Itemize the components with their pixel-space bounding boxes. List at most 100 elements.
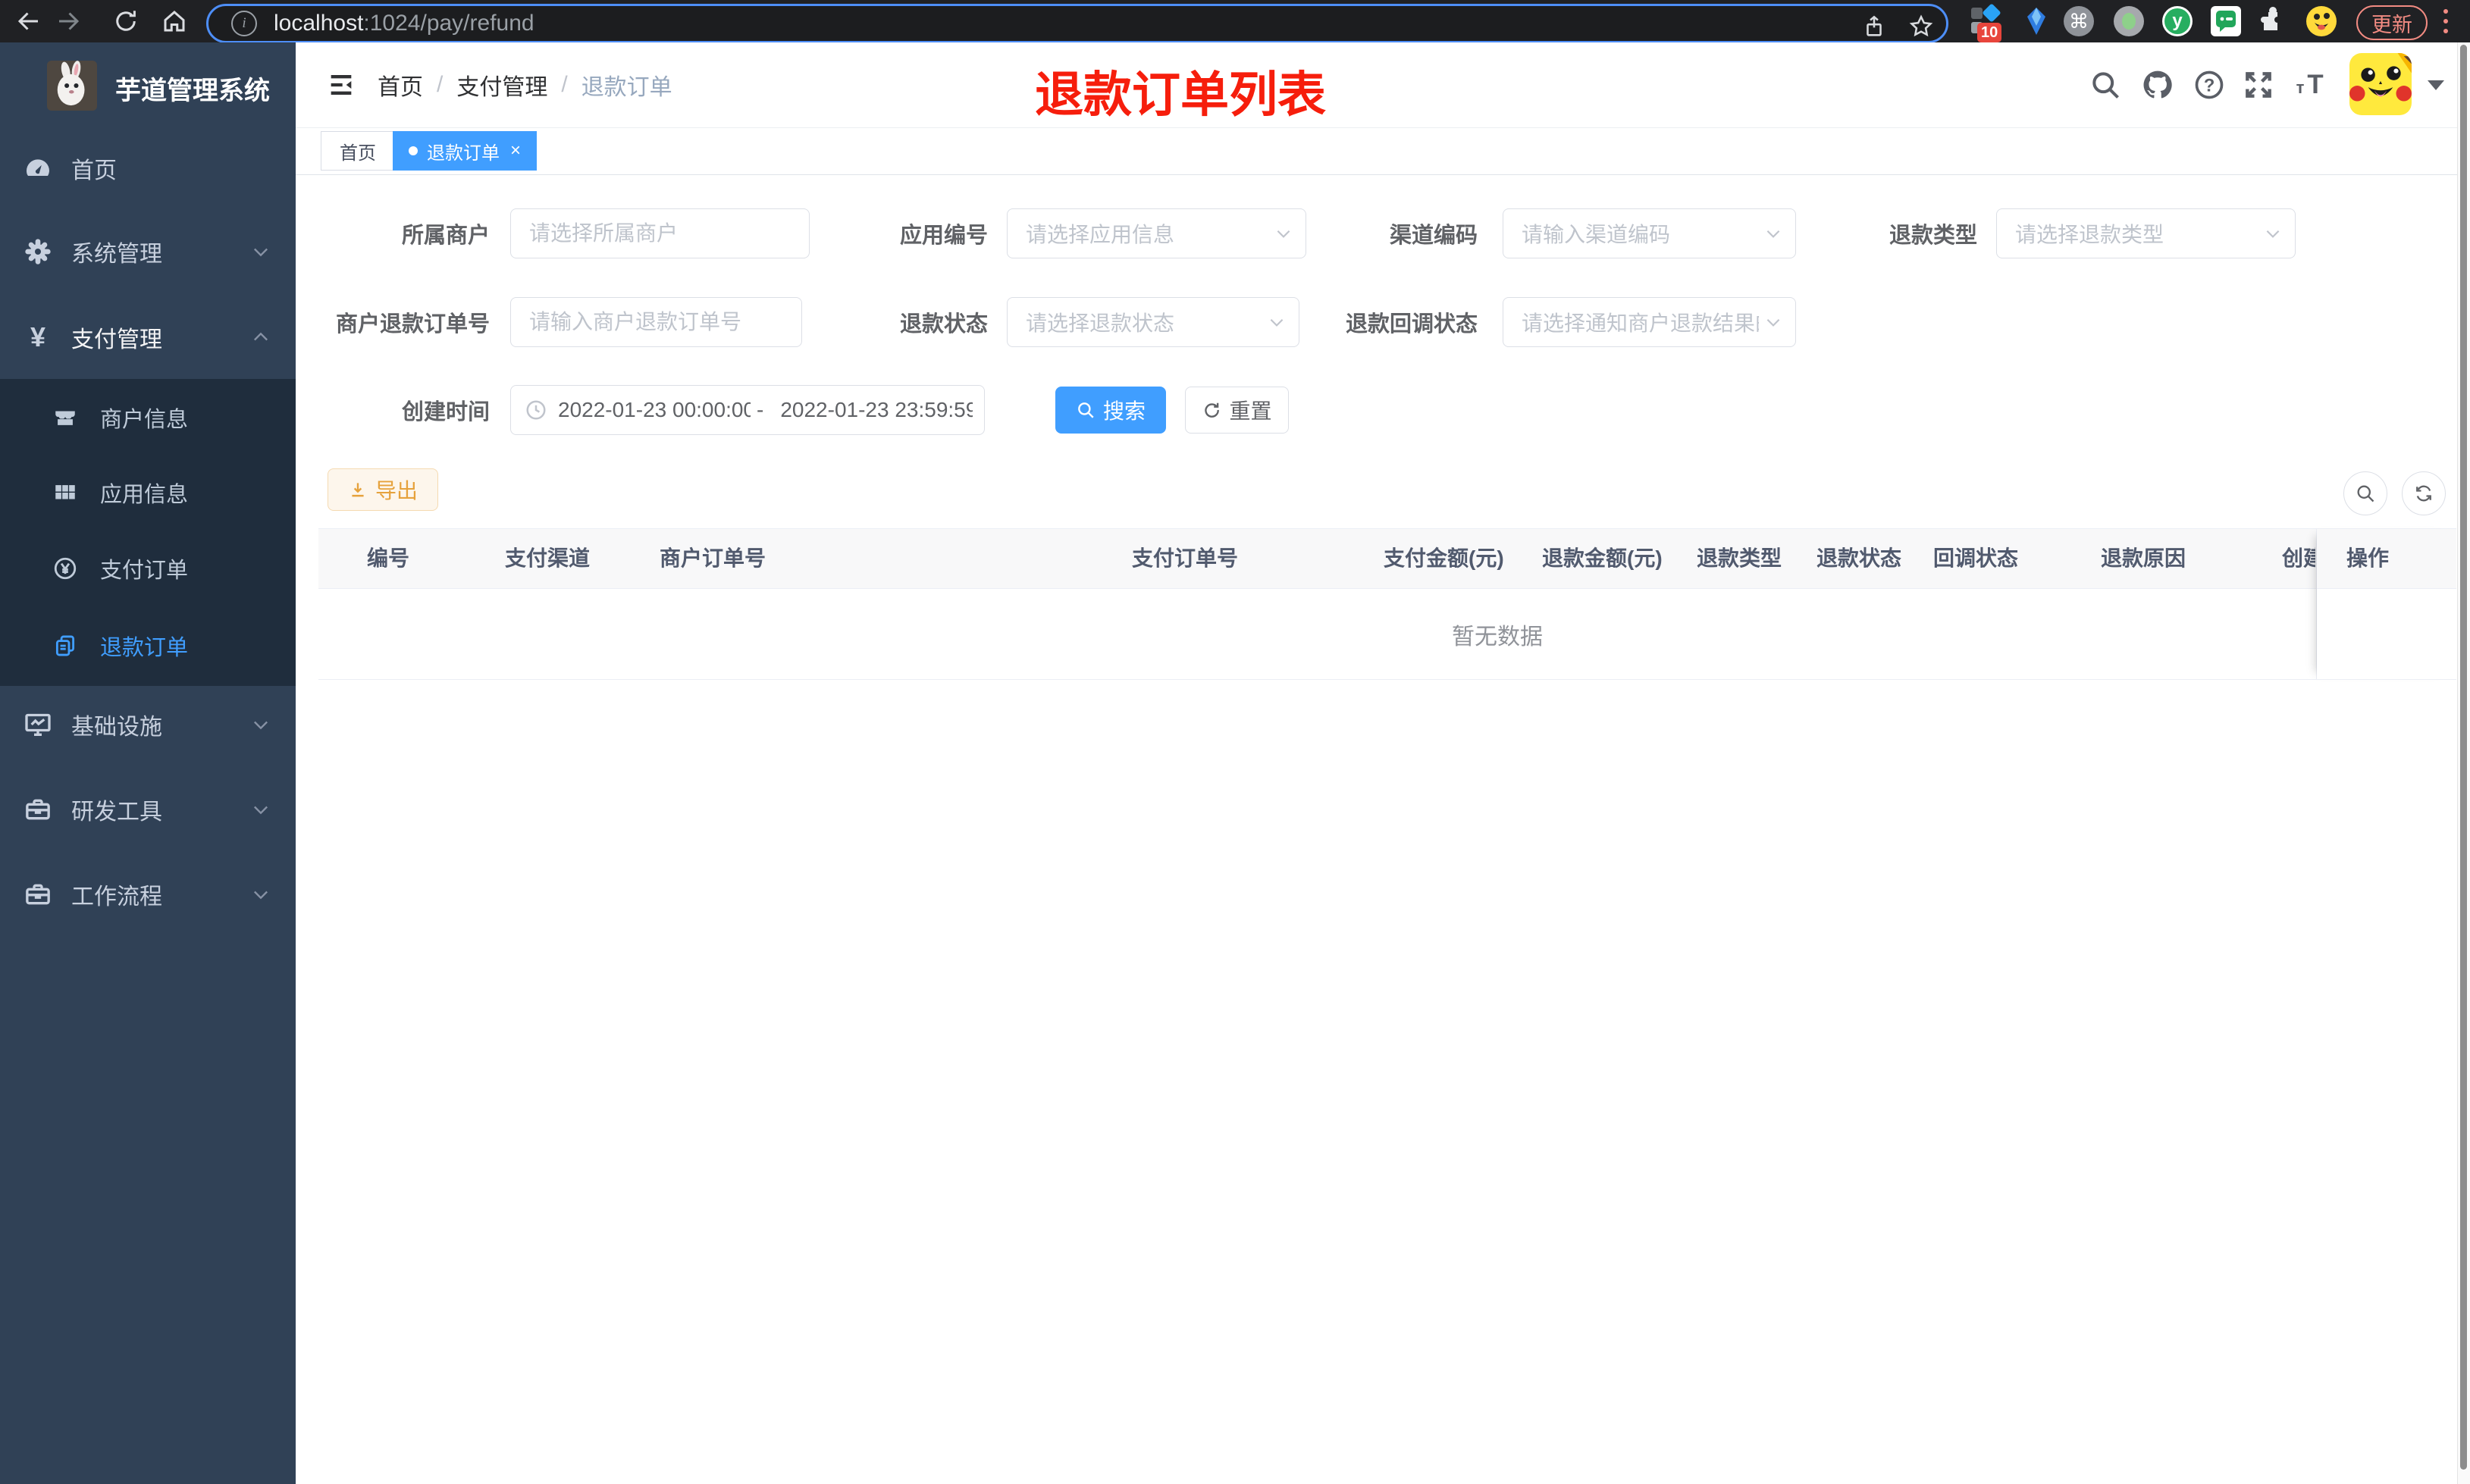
refund-status-select-placeholder: 请选择退款状态 xyxy=(1026,312,1175,335)
chevron-down-icon xyxy=(250,241,271,262)
help-icon[interactable]: ? xyxy=(2193,68,2226,102)
extension-dot-icon[interactable] xyxy=(2114,6,2144,36)
browser-back-icon[interactable] xyxy=(15,8,42,35)
extension-badge: 10 xyxy=(1977,23,2002,42)
breadcrumb-home[interactable]: 首页 xyxy=(378,68,423,102)
avatar-caret-icon[interactable] xyxy=(2428,80,2444,90)
tag-refund-order[interactable]: 退款订单 × xyxy=(393,131,538,171)
refund-status-select[interactable]: 请选择退款状态 xyxy=(1007,297,1299,347)
extension-cmd-icon[interactable]: ⌘ xyxy=(2064,6,2094,36)
extension-grid-icon[interactable]: 10 xyxy=(1970,3,2002,42)
tag-home[interactable]: 首页 xyxy=(321,131,395,171)
export-button[interactable]: 导出 xyxy=(328,468,438,511)
share-icon[interactable] xyxy=(1861,14,1887,39)
yen-icon: ¥ xyxy=(21,321,55,354)
sidebar-fold-icon[interactable] xyxy=(326,70,356,100)
merchant-refund-no-input[interactable] xyxy=(510,297,802,347)
notify-status-select[interactable]: 请选择通知商户退款结果的 xyxy=(1503,297,1796,347)
reset-button-label: 重置 xyxy=(1229,399,1272,423)
browser-home-icon[interactable] xyxy=(161,8,188,35)
sidebar-item-infra[interactable]: 基础设施 xyxy=(0,685,296,764)
tag-close-icon[interactable]: × xyxy=(510,142,521,160)
monitor-icon xyxy=(21,708,55,741)
user-avatar[interactable] xyxy=(2349,53,2412,115)
fixed-action-column: 操作 xyxy=(2317,528,2456,680)
column-header-channel: 支付渠道 xyxy=(505,546,591,570)
filter-channel-label: 渠道编码 xyxy=(1389,224,1478,248)
url-text[interactable]: localhost:1024/pay/refund xyxy=(274,11,534,36)
svg-text:т: т xyxy=(2296,78,2305,97)
font-size-icon[interactable]: тT xyxy=(2293,68,2327,102)
search-button[interactable]: 搜索 xyxy=(1055,387,1166,434)
sidebar-item-label: 研发工具 xyxy=(71,800,162,825)
extension-gem-icon[interactable] xyxy=(2021,6,2052,36)
header-search-icon[interactable] xyxy=(2089,68,2122,102)
filter-notify-status-label: 退款回调状态 xyxy=(1345,312,1478,337)
column-header-refund-reason: 退款原因 xyxy=(2101,546,2186,570)
page-info-icon[interactable]: i xyxy=(231,11,257,36)
chevron-up-icon xyxy=(250,327,271,348)
sidebar-item-workflow[interactable]: 工作流程 xyxy=(0,855,296,934)
browser-reload-icon[interactable] xyxy=(112,8,139,35)
sidebar-item-refund-order[interactable]: 退款订单 xyxy=(0,608,296,684)
date-range-picker[interactable]: 2022-01-23 00:00:00 - 2022-01-23 23:59:5… xyxy=(510,385,985,435)
channel-select-placeholder: 请输入渠道编码 xyxy=(1522,223,1671,246)
scrollbar-thumb[interactable] xyxy=(2460,45,2467,1470)
app-select[interactable]: 请选择应用信息 xyxy=(1007,208,1306,258)
sidebar-item-merchant-info[interactable]: 商户信息 xyxy=(0,380,296,456)
extension-emoji-icon[interactable] xyxy=(2306,6,2337,36)
reset-button[interactable]: 重置 xyxy=(1185,387,1289,434)
browser-menu-icon[interactable] xyxy=(2443,9,2449,33)
chevron-down-icon xyxy=(2266,230,2280,238)
table-refresh-button[interactable] xyxy=(2402,471,2446,515)
column-header-pay-order-no: 支付订单号 xyxy=(1132,546,1239,570)
browser-update-button[interactable]: 更新 xyxy=(2356,5,2428,40)
chevron-down-icon xyxy=(1277,230,1290,238)
empty-data-text: 暂无数据 xyxy=(1452,625,1543,650)
sidebar-item-label: 首页 xyxy=(71,158,117,183)
refund-type-select[interactable]: 请选择退款类型 xyxy=(1996,208,2296,258)
shop-icon xyxy=(50,402,80,433)
svg-text:T: T xyxy=(2307,70,2323,99)
export-button-label: 导出 xyxy=(375,479,418,502)
merchant-input[interactable] xyxy=(510,208,810,258)
page-scrollbar[interactable] xyxy=(2457,42,2470,1484)
address-bar[interactable]: i localhost:1024/pay/refund xyxy=(206,4,1948,43)
filter-merchant-refund-no: 商户退款订单号 xyxy=(318,297,802,347)
y-glyph: y xyxy=(2172,11,2183,31)
sidebar-item-label: 商户信息 xyxy=(100,408,189,432)
github-icon[interactable] xyxy=(2141,68,2174,102)
filter-refund-type-label: 退款类型 xyxy=(1889,224,1977,248)
toolbox-icon xyxy=(21,793,55,826)
help-glyph: ? xyxy=(2204,75,2215,95)
main-area: 首页 / 支付管理 / 退款订单 退款订单列表 ? тT 首页 退款订单 × 所… xyxy=(296,42,2470,1484)
sidebar-item-pay[interactable]: ¥ 支付管理 xyxy=(0,298,296,377)
date-start-value: 2022-01-23 00:00:00 xyxy=(558,398,751,421)
browser-forward-icon[interactable] xyxy=(55,8,82,35)
sidebar-item-system[interactable]: 系统管理 xyxy=(0,212,296,291)
extension-y-icon[interactable]: y xyxy=(2162,6,2193,36)
table-search-toggle-button[interactable] xyxy=(2343,471,2387,515)
gear-icon xyxy=(21,235,55,268)
sidebar-item-home[interactable]: 首页 xyxy=(0,129,296,208)
column-header-action: 操作 xyxy=(2346,546,2390,570)
date-end-value: 2022-01-23 23:59:59 xyxy=(780,398,973,421)
channel-select[interactable]: 请输入渠道编码 xyxy=(1503,208,1796,258)
filter-merchant-label: 所属商户 xyxy=(401,224,490,248)
sidebar-item-pay-order[interactable]: 支付订单 xyxy=(0,531,296,606)
fixed-column-header: 操作 xyxy=(2317,528,2456,589)
sidebar-logo-row[interactable]: 芋道管理系统 xyxy=(0,56,296,120)
sidebar-item-label: 基础设施 xyxy=(71,715,162,740)
page-annotation-title: 退款订单列表 xyxy=(1035,67,1326,122)
sidebar-item-app-info[interactable]: 应用信息 xyxy=(0,455,296,531)
sidebar-item-dev-tools[interactable]: 研发工具 xyxy=(0,770,296,849)
bookmark-star-icon[interactable] xyxy=(1908,14,1934,39)
fullscreen-icon[interactable] xyxy=(2242,68,2275,102)
extensions-puzzle-icon[interactable] xyxy=(2258,6,2288,36)
column-header-id: 编号 xyxy=(367,546,410,570)
tag-label: 退款订单 xyxy=(427,142,500,164)
extension-chat-icon[interactable] xyxy=(2211,6,2241,36)
breadcrumb-pay[interactable]: 支付管理 xyxy=(456,68,547,102)
filter-create-time: 创建时间 2022-01-23 00:00:00 - 2022-01-23 23… xyxy=(318,385,985,435)
chevron-down-icon xyxy=(1270,318,1284,327)
